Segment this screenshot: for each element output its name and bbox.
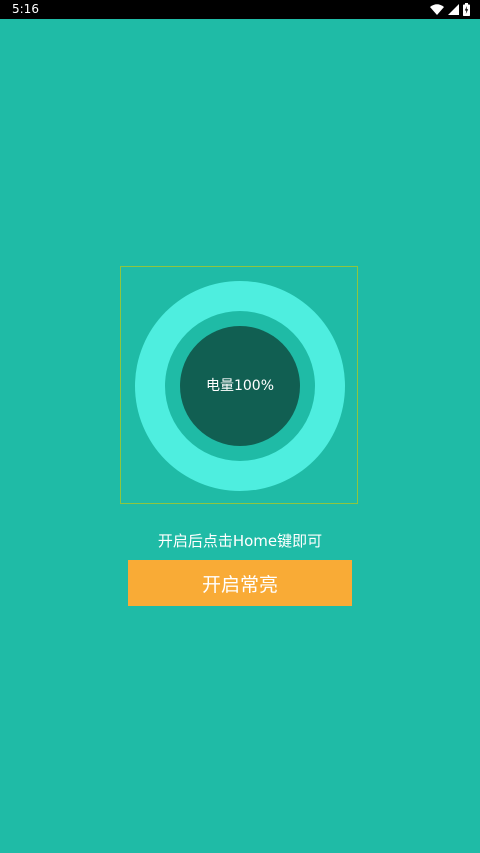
battery-level-label: 电量100% (205, 378, 275, 394)
signal-icon (448, 4, 459, 15)
battery-charging-icon (463, 3, 470, 16)
battery-ring-center: 电量100% (180, 326, 300, 446)
hint-text: 开启后点击Home键即可 (157, 532, 323, 550)
status-icons (430, 3, 470, 16)
wifi-icon (430, 4, 444, 15)
status-bar: 5:16 (0, 0, 480, 19)
keep-screen-on-button[interactable]: 开启常亮 (128, 560, 352, 606)
status-time: 5:16 (12, 2, 39, 16)
